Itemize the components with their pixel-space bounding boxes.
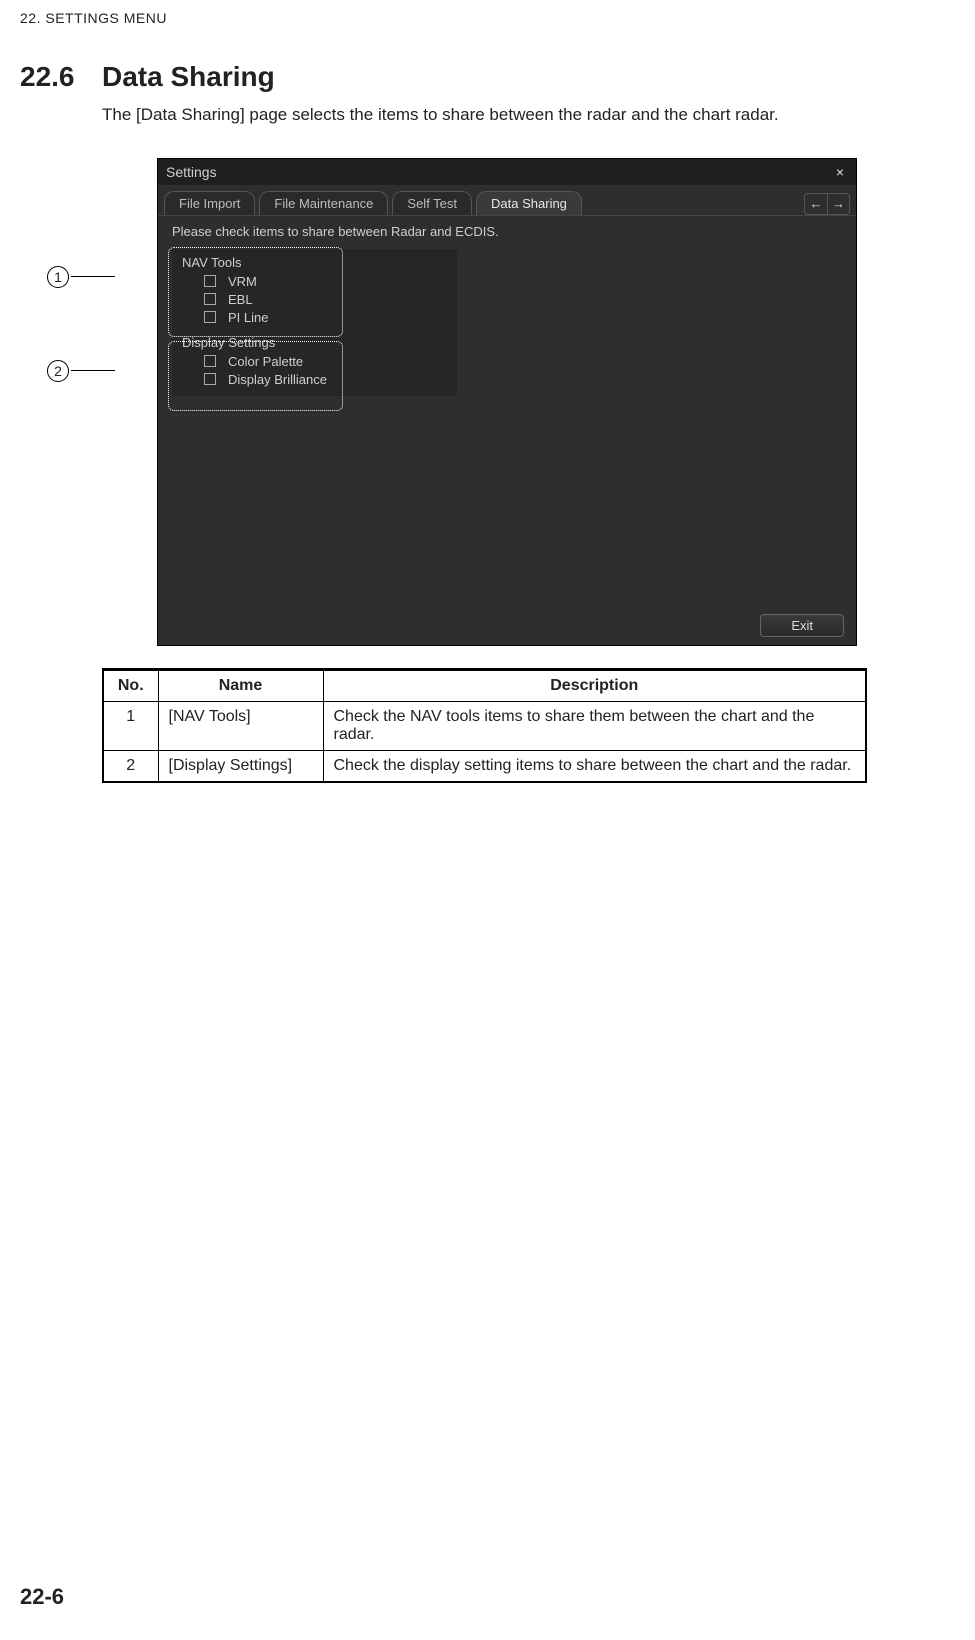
- page-number: 22-6: [20, 1584, 64, 1610]
- checkbox-vrm-label: VRM: [228, 274, 257, 289]
- running-header: 22. SETTINGS MENU: [20, 10, 920, 26]
- window-title: Settings: [166, 164, 217, 180]
- cell-no: 2: [103, 750, 158, 782]
- tab-file-maintenance[interactable]: File Maintenance: [259, 191, 388, 215]
- close-icon[interactable]: ×: [832, 164, 848, 180]
- group-nav-tools: NAV Tools VRM EBL PI Line: [182, 255, 447, 325]
- checkbox-pi-line[interactable]: [204, 311, 216, 323]
- callout-layer: 1 2: [47, 158, 102, 646]
- tab-data-sharing[interactable]: Data Sharing: [476, 191, 582, 215]
- th-description: Description: [323, 669, 866, 701]
- share-panel: NAV Tools VRM EBL PI Line: [172, 249, 457, 396]
- checkbox-pi-line-label: PI Line: [228, 310, 268, 325]
- group-display-settings-label: Display Settings: [182, 335, 447, 350]
- checkbox-display-brilliance[interactable]: [204, 373, 216, 385]
- tab-bar: File Import File Maintenance Self Test D…: [158, 185, 856, 215]
- table-row: 1 [NAV Tools] Check the NAV tools items …: [103, 701, 866, 750]
- checkbox-ebl[interactable]: [204, 293, 216, 305]
- section-title: Data Sharing: [102, 61, 275, 93]
- section-heading: 22.6 Data Sharing: [20, 61, 920, 93]
- cell-desc: Check the NAV tools items to share them …: [323, 701, 866, 750]
- checkbox-color-palette[interactable]: [204, 355, 216, 367]
- tab-file-import[interactable]: File Import: [164, 191, 255, 215]
- checkbox-ebl-label: EBL: [228, 292, 253, 307]
- cell-no: 1: [103, 701, 158, 750]
- checkbox-display-brilliance-label: Display Brilliance: [228, 372, 327, 387]
- th-name: Name: [158, 669, 323, 701]
- checkbox-row-vrm: VRM: [204, 274, 447, 289]
- arrow-left-icon[interactable]: ←: [805, 194, 827, 214]
- checkbox-vrm[interactable]: [204, 275, 216, 287]
- exit-button[interactable]: Exit: [760, 614, 844, 637]
- settings-window: Settings × File Import File Maintenance …: [157, 158, 857, 646]
- titlebar: Settings ×: [158, 159, 856, 185]
- checkbox-row-ebl: EBL: [204, 292, 447, 307]
- intro-paragraph: The [Data Sharing] page selects the item…: [102, 103, 920, 128]
- group-display-settings: Display Settings Color Palette Display B…: [182, 335, 447, 387]
- cell-name: [Display Settings]: [158, 750, 323, 782]
- description-table: No. Name Description 1 [NAV Tools] Check…: [102, 668, 867, 783]
- callout-2: 2: [47, 360, 69, 382]
- th-no: No.: [103, 669, 158, 701]
- callout-1-leader: [71, 276, 115, 277]
- checkbox-row-display-brilliance: Display Brilliance: [204, 372, 447, 387]
- checkbox-row-pi-line: PI Line: [204, 310, 447, 325]
- dialog-body: Please check items to share between Rada…: [158, 215, 856, 645]
- section-number: 22.6: [20, 61, 102, 93]
- cell-name: [NAV Tools]: [158, 701, 323, 750]
- callout-2-leader: [71, 370, 115, 371]
- cell-desc: Check the display setting items to share…: [323, 750, 866, 782]
- arrow-right-icon[interactable]: →: [827, 194, 849, 214]
- callout-1: 1: [47, 266, 69, 288]
- group-nav-tools-label: NAV Tools: [182, 255, 447, 270]
- tab-scroll-arrows: ← →: [804, 193, 850, 215]
- instruction-text: Please check items to share between Rada…: [172, 224, 842, 239]
- checkbox-row-color-palette: Color Palette: [204, 354, 447, 369]
- tab-self-test[interactable]: Self Test: [392, 191, 472, 215]
- checkbox-color-palette-label: Color Palette: [228, 354, 303, 369]
- table-row: 2 [Display Settings] Check the display s…: [103, 750, 866, 782]
